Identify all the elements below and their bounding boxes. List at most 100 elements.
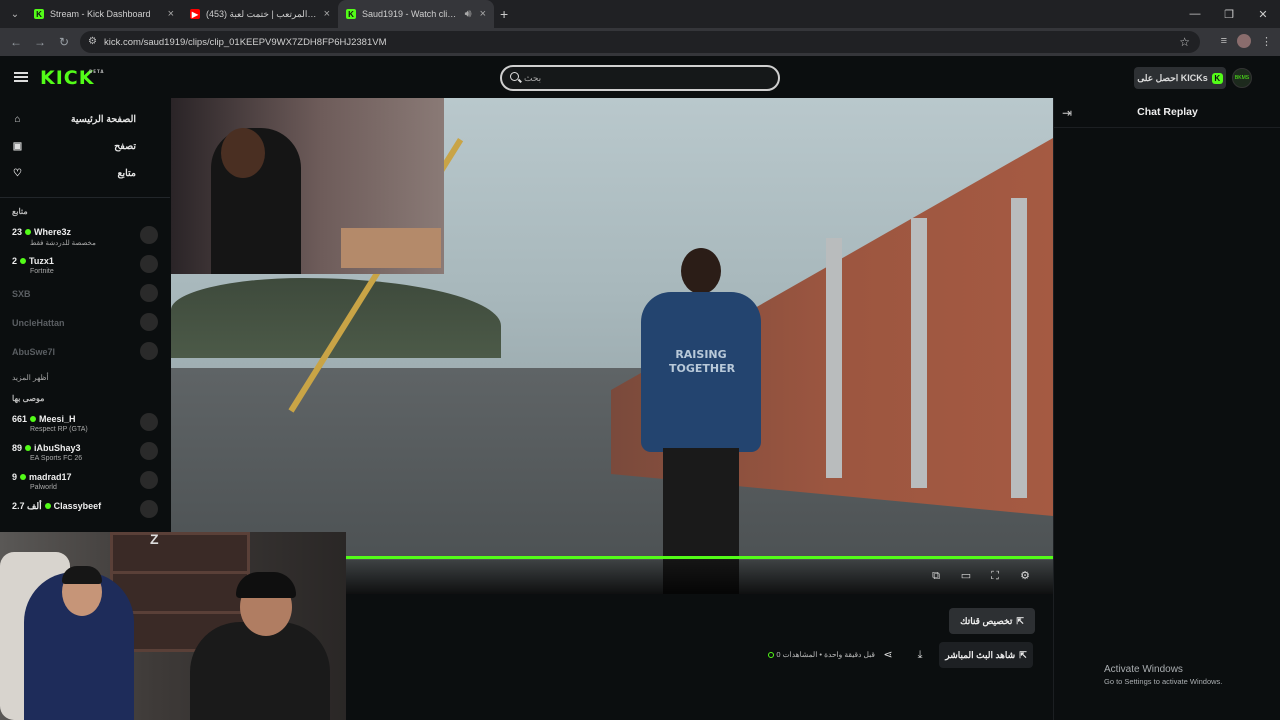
browser-menu-icon[interactable]: ⋮: [1261, 35, 1272, 48]
z-logo-icon: Z: [150, 532, 159, 547]
site-info-icon[interactable]: ⚙: [88, 36, 97, 47]
watch-live-label: شاهد البث المباشر: [945, 649, 1016, 660]
channel-avatar: [140, 442, 158, 460]
sidebar-item-following[interactable]: ♡ متابع: [0, 160, 170, 187]
sidebar-item-home[interactable]: ⌂ الصفحة الرئيسية: [0, 106, 170, 133]
sidebar-channel-unclehattan[interactable]: UncleHattan: [0, 309, 170, 338]
show-more-link[interactable]: أظهر المزيد: [0, 367, 170, 389]
channel-name: SXB: [12, 289, 31, 299]
activate-title: Activate Windows: [1104, 664, 1183, 675]
get-kicks-button[interactable]: احصل على KICKs K: [1134, 67, 1226, 89]
channel-avatar: [140, 500, 158, 518]
live-dot-icon: [44, 503, 51, 509]
external-link-icon: ⇱: [1016, 615, 1024, 626]
minimize-icon[interactable]: —: [1178, 8, 1212, 20]
activate-subtitle: Go to Settings to activate Windows.: [1104, 677, 1223, 686]
sidebar-channel-sxb[interactable]: SXB: [0, 280, 170, 309]
sidebar-channel-meesi_h[interactable]: 661 Meesi_H Respect RP (GTA): [0, 409, 170, 438]
tab-title: Saud1919 - Watch clips on: [362, 9, 459, 19]
browser-tab-2[interactable]: K Saud1919 - Watch clips on 🔊︎ ×: [338, 0, 494, 28]
sidebar-channel-tuzx1[interactable]: 2 Tuzx1 Fortnite: [0, 251, 170, 280]
kick-logo[interactable]: KICK BETA: [40, 67, 103, 89]
channel-name: Where3z: [34, 227, 72, 237]
live-dot-icon: [25, 229, 32, 235]
toolbar-right: ≡ ⋮: [1221, 34, 1272, 48]
tab-search-icon[interactable]: ⌄: [4, 3, 26, 25]
sidebar-channel-abuswe7l[interactable]: AbuSwe7l: [0, 338, 170, 367]
forward-icon[interactable]: →: [28, 35, 52, 49]
bookmark-star-icon[interactable]: ☆: [1179, 35, 1190, 49]
url-input[interactable]: ⚙ kick.com/saud1919/clips/clip_01KEEPV9W…: [80, 31, 1200, 53]
viewer-count: 23: [12, 227, 23, 237]
reload-icon[interactable]: ↻: [52, 35, 76, 49]
site-header: KICK BETA بحث احصل على KICKs K BKMS: [0, 56, 1280, 98]
webcam-person-right-hair: [236, 572, 296, 598]
channel-name: madrad17: [29, 472, 72, 482]
get-kicks-label: احصل على KICKs: [1137, 72, 1208, 83]
restore-icon[interactable]: ❐: [1212, 8, 1246, 21]
channel-name-row: 89 iAbuShay3: [12, 443, 81, 453]
sidebar-channel-madrad17[interactable]: 9 madrad17 Palworld: [0, 467, 170, 496]
following-list: 23 Where3z مخصصة للدردشة فقط 2 Tuzx1 Fortnite…: [0, 222, 170, 367]
tab-title: Stream - Kick Dashboard: [50, 9, 151, 19]
hoodie-print: RAISING TOGETHER: [669, 348, 736, 375]
video-player[interactable]: RAISING TOGETHER ⧉ ▭ ⛶ ⚙: [171, 98, 1053, 594]
heart-icon: ♡: [13, 168, 22, 179]
close-tab-icon[interactable]: ×: [168, 8, 174, 20]
watch-live-button[interactable]: ⇱ شاهد البث المباشر: [939, 642, 1033, 668]
search-input[interactable]: بحث: [500, 65, 780, 91]
audio-icon[interactable]: 🔊︎: [465, 8, 472, 21]
new-tab-icon[interactable]: +: [500, 6, 508, 22]
channel-category: Fortnite: [30, 268, 54, 275]
browser-tab-0[interactable]: K Stream - Kick Dashboard ×: [26, 0, 182, 28]
channel-category: Palworld: [30, 484, 57, 491]
channel-avatar: [140, 342, 158, 360]
webcam-person-left-hair: [62, 566, 102, 584]
logo-text: KICK: [40, 67, 95, 89]
channel-avatar: [140, 313, 158, 331]
channel-name: Classybeef: [53, 501, 102, 511]
clip-meta-text: قبل دقيقة واحدة • المشاهدات: [782, 650, 875, 659]
channel-name-row: 2.7 ألف Classybeef: [12, 501, 101, 512]
back-icon[interactable]: ←: [4, 35, 28, 49]
browser-tab-bar: ⌄ K Stream - Kick Dashboard × ▶ (453) ال…: [0, 0, 1280, 28]
viewer-count: 661: [12, 414, 28, 424]
settings-icon[interactable]: ⚙: [1018, 569, 1032, 583]
beta-badge: BETA: [89, 69, 105, 74]
sidebar-channel-where3z[interactable]: 23 Where3z مخصصة للدردشة فقط: [0, 222, 170, 251]
sidebar-item-browse[interactable]: ▣ تصفح: [0, 133, 170, 160]
close-tab-icon[interactable]: ×: [324, 8, 330, 20]
close-tab-icon[interactable]: ×: [480, 8, 486, 20]
search-placeholder: بحث: [524, 72, 542, 83]
browser-tab-1[interactable]: ▶ (453) القيس المرتعب | ختمت لعبة ×: [182, 0, 338, 28]
tab-title: (453) القيس المرتعب | ختمت لعبة: [206, 8, 318, 19]
theater-mode-icon[interactable]: ▭: [959, 569, 973, 583]
share-icon[interactable]: ⋖: [881, 648, 895, 662]
sidebar-channel-iabushay3[interactable]: 89 iAbuShay3 EA Sports FC 26: [0, 438, 170, 467]
download-icon[interactable]: ⤓: [913, 648, 927, 662]
viewer-count: 89: [12, 443, 23, 453]
sidebar-channel-classybeef[interactable]: 2.7 ألف Classybeef: [0, 496, 170, 525]
channel-name: Meesi_H: [39, 414, 76, 424]
views-eye-icon: [768, 652, 775, 659]
channel-avatar: [140, 413, 158, 431]
close-window-icon[interactable]: ✕: [1246, 8, 1280, 21]
channel-avatar: [140, 284, 158, 302]
customize-channel-button[interactable]: ⇱ تخصيص قناتك: [949, 608, 1035, 634]
window-controls: — ❐ ✕: [1178, 0, 1280, 28]
user-avatar[interactable]: BKMS: [1232, 68, 1252, 88]
miniplayer-icon[interactable]: ⧉: [929, 569, 943, 583]
channel-name: AbuSwe7l: [12, 347, 56, 357]
channel-avatar: [140, 226, 158, 244]
pip-shelf: [341, 228, 441, 268]
kick-favicon-icon: K: [346, 9, 356, 19]
chat-panel: ⇥ Chat Replay Activate Windows Go to Set…: [1053, 98, 1280, 720]
youtube-favicon-icon: ▶: [190, 9, 200, 19]
fullscreen-icon[interactable]: ⛶: [988, 569, 1002, 583]
webcam-overlay: Z: [0, 532, 346, 720]
channel-name: iAbuShay3: [34, 443, 81, 453]
extensions-icon[interactable]: ≡: [1221, 35, 1227, 47]
profile-avatar[interactable]: [1237, 34, 1251, 48]
hamburger-menu-icon[interactable]: [14, 72, 28, 82]
channel-name-row: 23 Where3z: [12, 227, 71, 237]
